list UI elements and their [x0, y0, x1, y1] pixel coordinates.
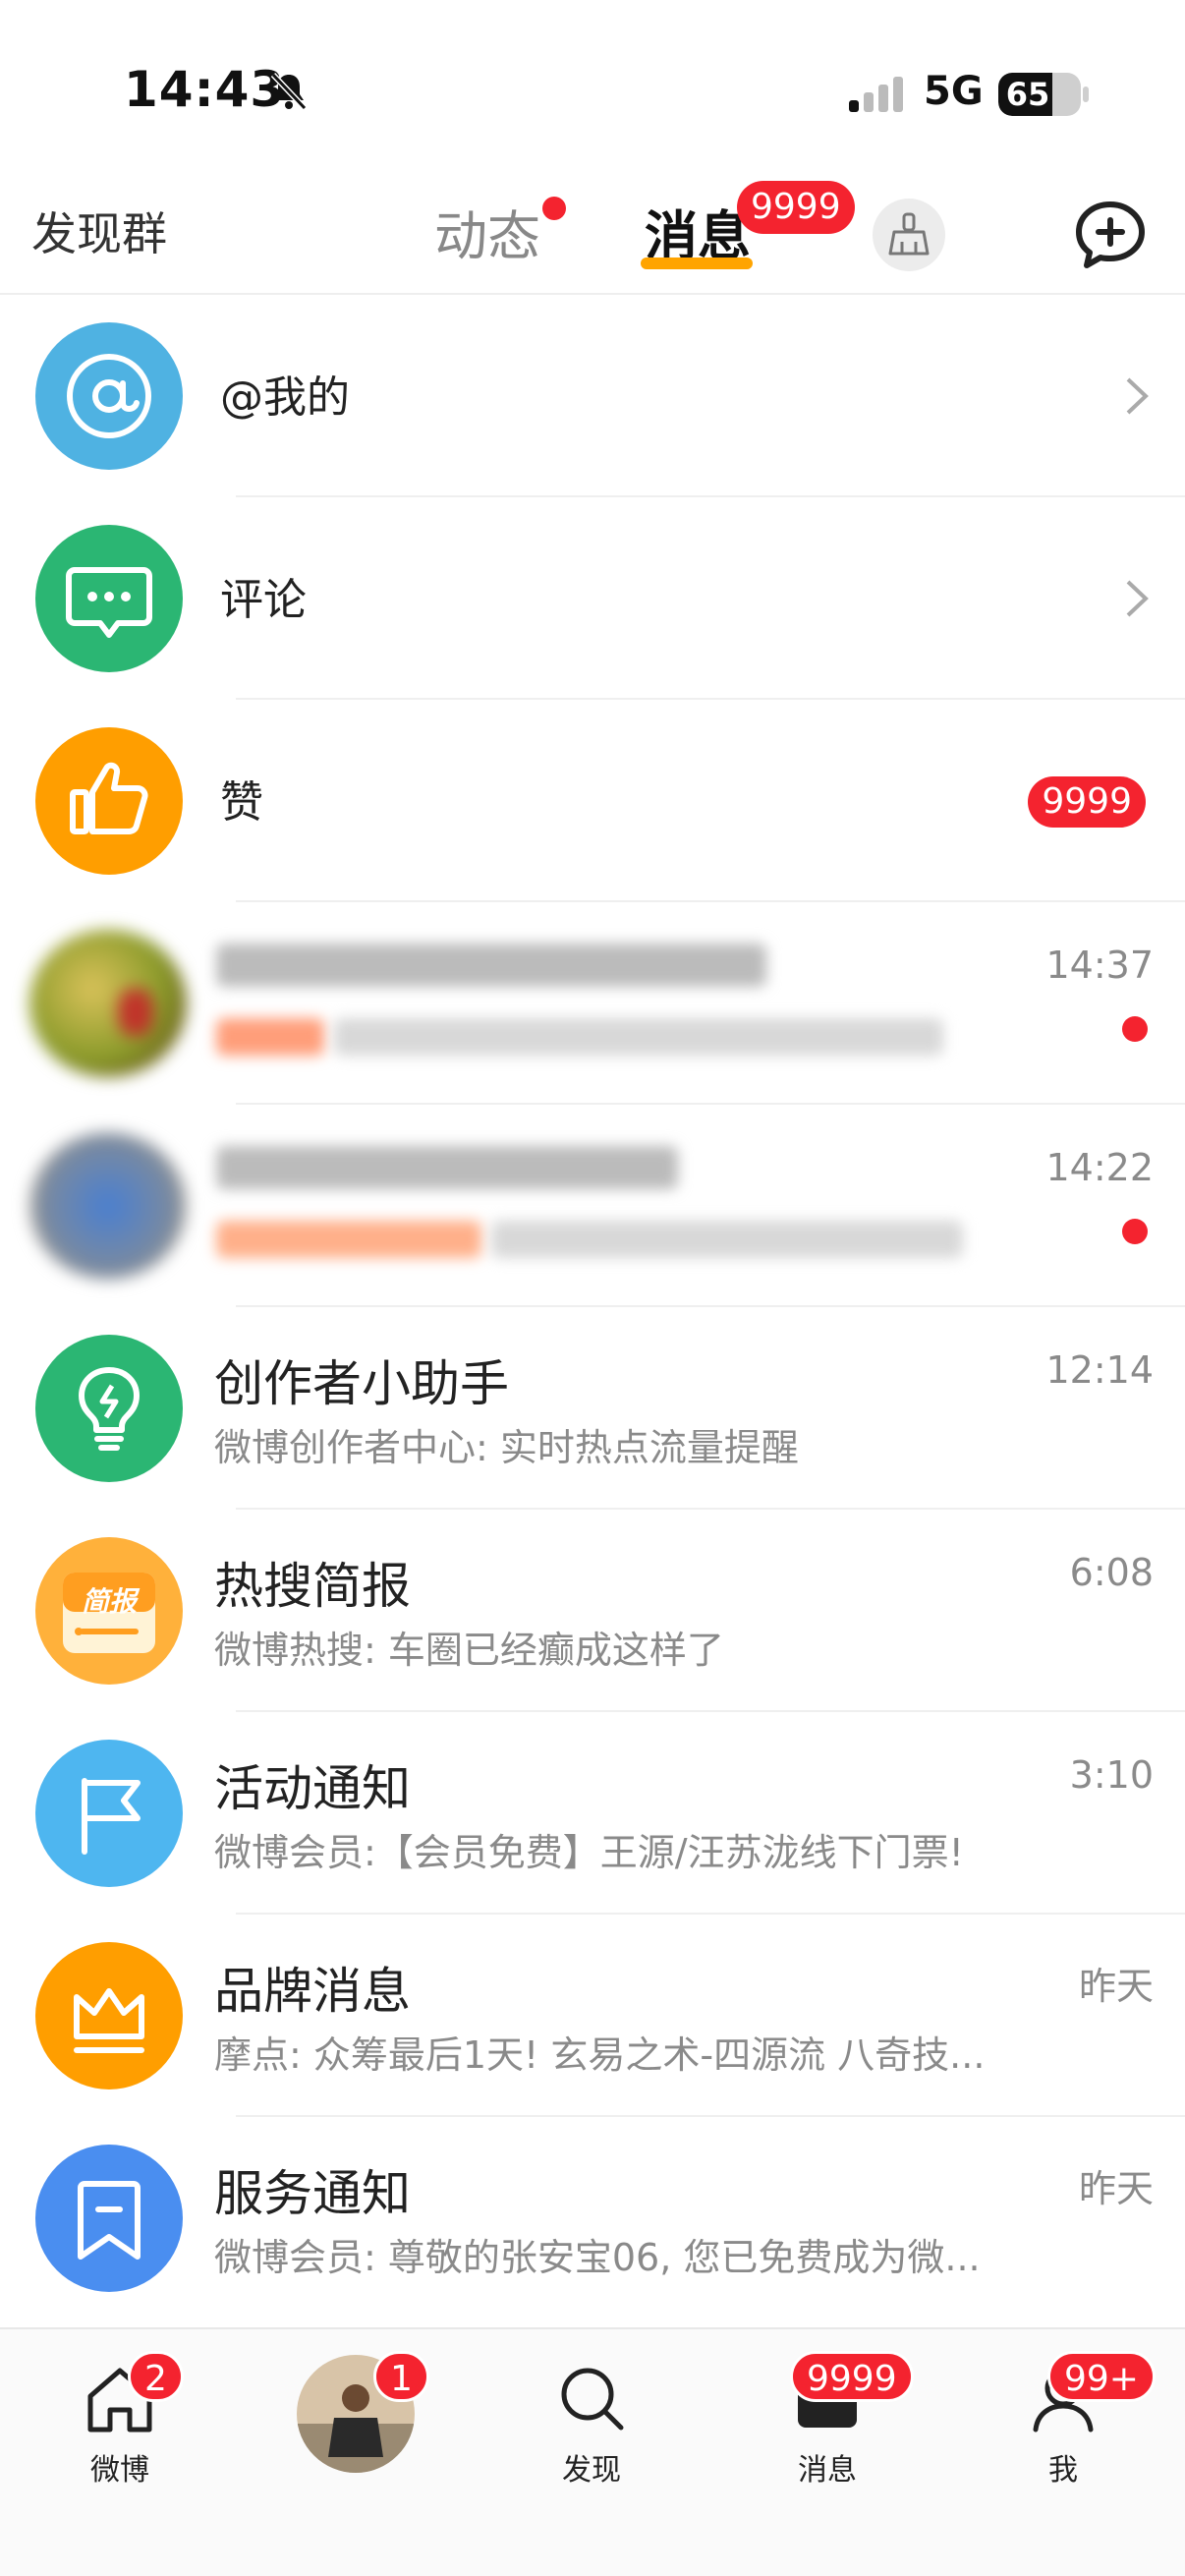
search-icon: [561, 2368, 624, 2431]
mentions-label: @我的: [220, 372, 350, 423]
service-notice-avatar: [35, 2145, 183, 2292]
bottom-tab-bar: 2 微博 1 发现 9999 消息 99+ 我: [0, 2327, 1185, 2576]
likes-count-badge: 9999: [1028, 776, 1146, 828]
tab-label: 微博: [90, 2453, 149, 2488]
list-item-mentions[interactable]: @我的: [0, 295, 1185, 497]
item-preview: 微博会员:【会员免费】王源/汪苏泷线下门票!: [214, 1831, 964, 1874]
tab-discover[interactable]: 发现: [493, 2329, 690, 2546]
clear-unread-button[interactable]: [873, 199, 945, 271]
list-item-service-notice[interactable]: 服务通知 微博会员: 尊敬的张安宝06, 您已免费成为微... 昨天: [0, 2117, 1185, 2319]
list-item-likes[interactable]: 赞 9999: [0, 700, 1185, 902]
tab-label: 我: [1048, 2453, 1078, 2488]
lightbulb-icon: [79, 1367, 140, 1451]
blurred-tag: [216, 1221, 481, 1258]
battery-percent: 65: [1005, 76, 1050, 113]
flag-icon: [82, 1778, 141, 1855]
bookmark-icon: [78, 2181, 141, 2260]
blurred-tag: [216, 1018, 324, 1056]
network-type: 5G: [924, 69, 984, 114]
item-title: 创作者小助手: [214, 1355, 509, 1412]
list-item-hot-search-brief[interactable]: 简报 热搜简报 微博热搜: 车圈已经癫成这样了 6:08: [0, 1510, 1185, 1712]
comments-label: 评论: [220, 575, 307, 625]
list-item-brand-message[interactable]: 品牌消息 摩点: 众筹最后1天! 玄易之术-四源流 八奇技... 昨天: [0, 1915, 1185, 2117]
chevron-right-icon: [1126, 377, 1149, 415]
active-tab-indicator: [641, 258, 753, 269]
blurred-preview: [334, 1018, 943, 1056]
list-item-comments[interactable]: 评论: [0, 497, 1185, 700]
unread-dot: [1122, 1016, 1148, 1042]
blurred-title: [216, 944, 766, 987]
item-time: 14:37: [1045, 944, 1154, 987]
tab-weibo-home[interactable]: 2 微博: [22, 2329, 218, 2546]
tab-user-avatar[interactable]: 1: [257, 2329, 454, 2546]
item-time: 14:22: [1045, 1146, 1154, 1189]
avatar-badge: 1: [373, 2351, 429, 2402]
unread-dot: [1122, 1219, 1148, 1244]
mentions-avatar: [35, 322, 183, 470]
blurred-avatar: [29, 1132, 187, 1280]
status-bar: 14:43 5G 65: [0, 0, 1185, 167]
cell-signal-icon: [849, 77, 903, 112]
messages-badge: 9999: [790, 2351, 914, 2402]
brand-message-avatar: [35, 1942, 183, 2089]
creator-assistant-avatar: [35, 1335, 183, 1482]
chevron-right-icon: [1126, 580, 1149, 617]
list-item-event-notice[interactable]: 活动通知 微博会员:【会员免费】王源/汪苏泷线下门票! 3:10: [0, 1712, 1185, 1915]
message-list: @我的 评论 赞 9999 14:37 14:22 创作者小助手 微博创作者中心…: [0, 295, 1185, 2319]
event-notice-avatar: [35, 1740, 183, 1887]
thumbs-up-icon: [70, 762, 148, 834]
tab-messages-badge: 9999: [737, 181, 855, 234]
battery-nub: [1083, 86, 1089, 102]
item-preview: 微博会员: 尊敬的张安宝06, 您已免费成为微...: [214, 2236, 981, 2279]
item-time: 昨天: [1078, 2167, 1154, 2210]
blurred-title: [216, 1146, 678, 1189]
crown-icon: [74, 1988, 144, 2053]
tab-label: 消息: [798, 2453, 857, 2488]
blurred-preview: [491, 1221, 963, 1258]
item-title: 活动通知: [214, 1760, 411, 1817]
item-time: 昨天: [1078, 1965, 1154, 2008]
item-title: 服务通知: [214, 2165, 411, 2222]
item-title: 热搜简报: [214, 1558, 411, 1615]
tab-dynamic-unread-dot: [542, 197, 566, 220]
news-brief-icon-label: 简报: [81, 1585, 137, 1618]
item-title: 品牌消息: [214, 1963, 411, 2020]
home-badge: 2: [128, 2351, 184, 2402]
item-time: 6:08: [1069, 1551, 1154, 1594]
hot-search-avatar: 简报: [35, 1537, 183, 1685]
comment-bubble-icon: [66, 567, 152, 638]
item-time: 3:10: [1069, 1753, 1154, 1797]
tab-label: 发现: [562, 2453, 621, 2488]
item-time: 12:14: [1045, 1348, 1154, 1392]
item-preview: 摩点: 众筹最后1天! 玄易之术-四源流 八奇技...: [214, 2033, 986, 2077]
battery-icon: 65: [998, 73, 1081, 116]
list-item-creator-assistant[interactable]: 创作者小助手 微博创作者中心: 实时热点流量提醒 12:14: [0, 1307, 1185, 1510]
broom-icon: [888, 212, 930, 256]
blurred-avatar: [29, 930, 187, 1077]
bell-muted-icon: [270, 72, 308, 111]
item-preview: 微博创作者中心: 实时热点流量提醒: [214, 1426, 799, 1469]
status-time: 14:43: [124, 61, 286, 118]
tab-messages-bottom[interactable]: 9999 消息: [729, 2329, 926, 2546]
list-item-blurred-group-2[interactable]: 14:22: [0, 1105, 1185, 1307]
likes-label: 赞: [220, 777, 263, 828]
me-badge: 99+: [1047, 2351, 1156, 2402]
new-chat-icon[interactable]: [1071, 197, 1150, 275]
likes-avatar: [35, 727, 183, 875]
at-sign-icon: [67, 354, 151, 438]
item-preview: 微博热搜: 车圈已经癫成这样了: [214, 1629, 724, 1672]
list-item-blurred-group-1[interactable]: 14:37: [0, 902, 1185, 1105]
top-nav: 发现群 动态 消息 9999: [0, 167, 1185, 295]
tab-dynamic[interactable]: 动态: [434, 193, 540, 270]
tab-me[interactable]: 99+ 我: [965, 2329, 1161, 2546]
comments-avatar: [35, 525, 183, 672]
discover-groups-link[interactable]: 发现群: [31, 199, 167, 263]
